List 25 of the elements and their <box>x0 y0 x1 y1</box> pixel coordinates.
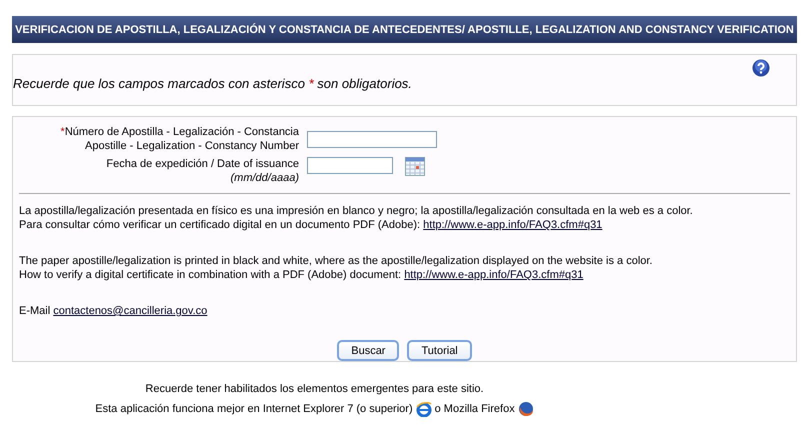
page-title: VERIFICACION DE APOSTILLA, LEGALIZACIÓN Y CONSTANCIA DE ANTECEDENTES/ APOSTILLE, LEGALIZATION AND CONSTANCY VERIFICATION <box>12 16 797 43</box>
browser-notice-text: o Mozilla Firefox <box>434 402 515 417</box>
field-label: Apostille - Legalization - Constancy Number <box>84 139 299 153</box>
calendar-icon[interactable] <box>405 157 425 176</box>
date-input-field[interactable] <box>307 157 393 174</box>
date-format-hint: (mm/dd/aaaa) <box>230 171 299 185</box>
info-text: How to verify a digital certificate in combination with a PDF (Adobe) document: <box>19 269 402 281</box>
info-text: La apostilla/legalización presentada en físico es una impresión en blanco y negro; la apostilla/legalización consultada en la web es a color. <box>19 205 693 217</box>
info-text: E-Mail <box>19 305 50 317</box>
info-text: Para consultar cómo verificar un certificado digital en un documento PDF (Adobe): <box>19 219 420 231</box>
help-icon[interactable] <box>752 59 770 77</box>
tutorial-button[interactable]: Tutorial <box>407 340 472 361</box>
number-input-field[interactable] <box>307 131 437 148</box>
link[interactable]: http://www.e-app.info/FAQ3.cfm#q31 <box>404 269 584 281</box>
info-text: The paper apostille/legalization is printed in black and white, where as the apostille/legalization displayed on the website is a color. <box>19 255 652 267</box>
link[interactable]: http://www.e-app.info/FAQ3.cfm#q31 <box>423 219 602 231</box>
link[interactable]: contactenos@cancilleria.gov.co <box>53 305 208 317</box>
browser-notice-text: Esta aplicación funciona mejor en Internet Explorer 7 (o superior) <box>95 402 413 417</box>
browser-globe-icon <box>518 401 534 417</box>
notice-text: Recuerde que los campos marcados con asterisco * son obligatorios. <box>13 76 412 91</box>
field-label: Fecha de expedición / Date of issuance <box>105 157 299 171</box>
search-button[interactable]: Buscar <box>337 340 400 361</box>
popup-notice-text: Recuerde tener habilitados los elementos emergentes para este sitio. <box>145 383 484 395</box>
browser-e-icon <box>416 401 432 417</box>
field-label: *Número de Apostilla - Legalización - Constancia <box>60 125 299 139</box>
